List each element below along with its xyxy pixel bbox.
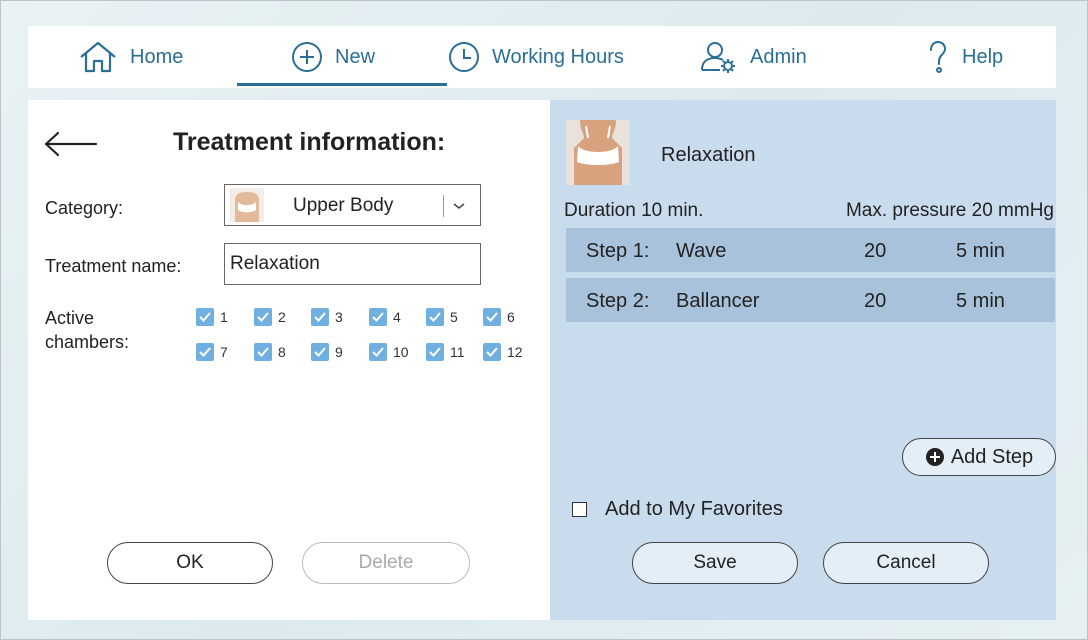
checkmark-icon (369, 343, 387, 361)
chamber-checkbox[interactable]: 11 (426, 343, 465, 361)
step-pressure: 20 (864, 240, 887, 262)
chamber-checkbox[interactable]: 4 (369, 308, 401, 326)
chamber-checkbox[interactable]: 12 (483, 343, 523, 361)
checkmark-icon (196, 308, 214, 326)
save-button[interactable]: Save (632, 542, 798, 584)
treatment-form-panel: Treatment information: Category: Upper B… (28, 100, 550, 620)
step-row[interactable]: Step 2: Ballancer 20 5 min (566, 278, 1055, 322)
checkmark-icon (254, 308, 272, 326)
checkmark-icon (483, 343, 501, 361)
step-time: 5 min (956, 290, 1005, 312)
chamber-checkbox[interactable]: 8 (254, 343, 286, 361)
chamber-checkbox[interactable]: 10 (369, 343, 409, 361)
add-step-label: Add Step (950, 445, 1034, 468)
plus-circle-icon (292, 42, 322, 72)
treatment-name-input[interactable] (224, 243, 481, 285)
favorites-checkbox[interactable]: Add to My Favorites (572, 498, 783, 521)
active-chambers-label-line2: chambers: (45, 332, 130, 352)
nav-admin-label: Admin (750, 45, 807, 68)
step-number: Step 1: (586, 240, 650, 262)
category-select[interactable]: Upper Body (224, 184, 481, 226)
active-tab-indicator (237, 83, 447, 86)
chamber-label: 10 (393, 344, 409, 360)
nav-admin[interactable]: Admin (700, 26, 807, 88)
nav-home[interactable]: Home (78, 26, 183, 88)
checkmark-icon (369, 308, 387, 326)
chamber-checkbox[interactable]: 9 (311, 343, 343, 361)
nav-working-hours-label: Working Hours (492, 45, 624, 68)
favorites-checkbox-box[interactable] (572, 502, 587, 517)
chamber-label: 3 (335, 309, 343, 325)
chamber-label: 4 (393, 309, 401, 325)
nav-help-label: Help (962, 45, 1004, 68)
checkmark-icon (426, 308, 444, 326)
nav-working-hours[interactable]: Working Hours (448, 26, 624, 88)
chamber-label: 11 (450, 344, 465, 360)
treatment-photo (566, 120, 629, 185)
plus-circle-filled-icon (925, 448, 944, 466)
nav-new[interactable]: New (291, 26, 375, 88)
checkmark-icon (426, 343, 444, 361)
step-pressure: 20 (864, 290, 887, 312)
checkmark-icon (311, 343, 329, 361)
nav-home-label: Home (130, 45, 184, 68)
chamber-label: 12 (507, 344, 523, 360)
step-name: Wave (676, 240, 727, 262)
chamber-checkbox[interactable]: 2 (254, 308, 286, 326)
chamber-label: 2 (278, 309, 286, 325)
chamber-checkbox[interactable]: 5 (426, 308, 458, 326)
chevron-down-icon (453, 203, 465, 209)
step-number: Step 2: (586, 290, 650, 312)
favorites-label: Add to My Favorites (605, 498, 783, 520)
treatment-name-label: Treatment name: (45, 256, 182, 276)
checkmark-icon (196, 343, 214, 361)
chamber-label: 8 (278, 344, 286, 360)
chamber-checkbox[interactable]: 1 (196, 308, 228, 326)
add-step-button[interactable]: Add Step (902, 438, 1056, 476)
checkmark-icon (483, 308, 501, 326)
question-mark-icon (930, 40, 947, 73)
chamber-label: 5 (450, 309, 458, 325)
checkmark-icon (311, 308, 329, 326)
step-name: Ballancer (676, 290, 760, 312)
delete-button[interactable]: Delete (302, 542, 470, 584)
chamber-checkbox[interactable]: 7 (196, 343, 228, 361)
summary-title: Relaxation (661, 144, 756, 166)
chamber-label: 9 (335, 344, 343, 360)
step-row[interactable]: Step 1: Wave 20 5 min (566, 228, 1055, 272)
category-label: Category: (45, 198, 124, 218)
chamber-label: 7 (220, 344, 228, 360)
chamber-label: 1 (220, 309, 228, 325)
step-time: 5 min (956, 240, 1005, 262)
select-divider (443, 195, 444, 217)
cancel-button[interactable]: Cancel (823, 542, 989, 584)
treatment-summary-panel: Relaxation Duration 10 min. Max. pressur… (550, 100, 1056, 620)
active-chambers-label-line1: Active (45, 308, 95, 328)
ok-button[interactable]: OK (107, 542, 273, 584)
chamber-checkbox[interactable]: 6 (483, 308, 515, 326)
duration-text: Duration 10 min. (564, 200, 704, 221)
max-pressure-text: Max. pressure 20 mmHg (845, 200, 1054, 221)
clock-icon (449, 42, 479, 72)
category-value: Upper Body (293, 195, 394, 216)
chamber-checkbox[interactable]: 3 (311, 308, 343, 326)
nav-help[interactable]: Help (926, 26, 1003, 88)
top-nav: Home New Working Hours Admin Help (28, 26, 1056, 88)
back-arrow-icon[interactable] (44, 130, 98, 158)
nav-new-label: New (335, 45, 376, 68)
home-icon (80, 41, 116, 73)
upper-body-thumbnail (230, 188, 264, 222)
page-title: Treatment information: (173, 128, 446, 156)
checkmark-icon (254, 343, 272, 361)
admin-user-gear-icon (701, 42, 735, 73)
chamber-label: 6 (507, 309, 515, 325)
